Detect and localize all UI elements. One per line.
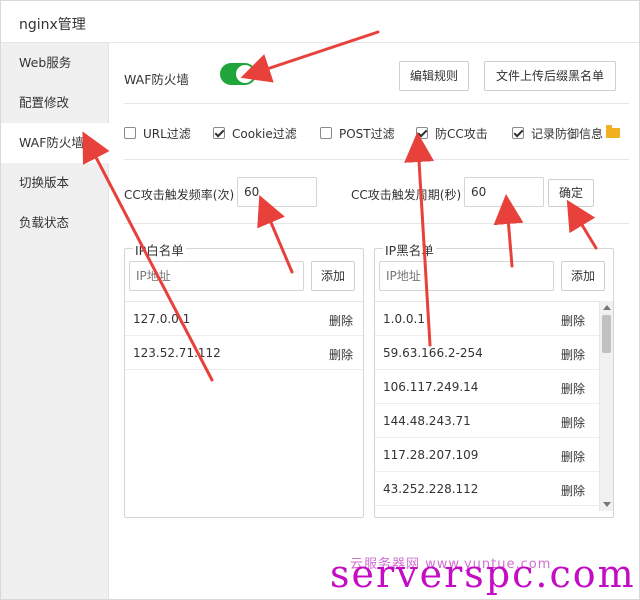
post-filter-option[interactable]: POST过滤 (320, 123, 395, 143)
ip-address: 123.52.71.112 (133, 346, 221, 360)
list-item: 1.0.0.1 删除 (375, 302, 599, 336)
cookie-filter-checkbox[interactable] (213, 127, 225, 139)
delete-link[interactable]: 删除 (561, 414, 585, 431)
scroll-up-arrow-icon[interactable] (603, 305, 611, 310)
cc-period-input[interactable] (464, 177, 544, 207)
sidebar-item-load-status[interactable]: 负载状态 (1, 203, 108, 243)
cc-frequency-label: CC攻击触发频率(次) (124, 188, 235, 202)
list-item: 117.28.207.109 删除 (375, 438, 599, 472)
whitelist-list: 127.0.0.1 删除 123.52.71.112 删除 (125, 301, 363, 370)
whitelist-title: IP白名单 (133, 240, 186, 259)
filter-options: URL过滤 Cookie过滤 POST过滤 防CC攻击 记录防御信息 (124, 123, 634, 143)
post-filter-checkbox[interactable] (320, 127, 332, 139)
cc-frequency-input[interactable] (237, 177, 317, 207)
list-item: 123.52.71.112 删除 (125, 336, 363, 370)
delete-link[interactable]: 删除 (329, 346, 353, 363)
blacklist-scrollbar[interactable] (599, 301, 613, 511)
edit-rules-button[interactable]: 编辑规则 (399, 61, 469, 91)
ip-address: 117.28.207.109 (383, 448, 479, 462)
anti-cc-checkbox[interactable] (416, 127, 428, 139)
waf-content: WAF防火墙 编辑规则 文件上传后缀黑名单 URL过滤 Cookie过滤 POS… (109, 43, 639, 599)
whitelist-add-button[interactable]: 添加 (311, 261, 355, 291)
sidebar-item-web-service[interactable]: Web服务 (1, 43, 108, 83)
list-item: 144.48.243.71 删除 (375, 404, 599, 438)
delete-link[interactable]: 删除 (561, 448, 585, 465)
anti-cc-option[interactable]: 防CC攻击 (416, 123, 488, 143)
waf-toolbar: WAF防火墙 编辑规则 文件上传后缀黑名单 (124, 61, 629, 93)
whitelist-ip-input[interactable] (129, 261, 304, 291)
folder-icon[interactable] (606, 125, 621, 138)
sidebar-item-switch-version[interactable]: 切换版本 (1, 163, 108, 203)
delete-link[interactable]: 删除 (561, 482, 585, 499)
sidebar-item-waf[interactable]: WAF防火墙 (1, 123, 109, 163)
ip-address: 59.63.166.2-254 (383, 346, 483, 360)
blacklist-ip-input[interactable] (379, 261, 554, 291)
title-bar: nginx管理 (1, 1, 639, 43)
log-defense-checkbox[interactable] (512, 127, 524, 139)
list-item: 127.0.0.1 删除 (125, 302, 363, 336)
anti-cc-label: 防CC攻击 (435, 126, 488, 141)
divider (124, 103, 629, 104)
url-filter-option[interactable]: URL过滤 (124, 123, 191, 143)
delete-link[interactable]: 删除 (561, 312, 585, 329)
blacklist-list: 1.0.0.1 删除 59.63.166.2-254 删除 106.117.24… (375, 301, 599, 511)
sidebar: Web服务 配置修改 WAF防火墙 切换版本 负载状态 (1, 43, 109, 599)
nginx-manager-window: nginx管理 Web服务 配置修改 WAF防火墙 切换版本 负载状态 WAF防… (0, 0, 640, 600)
waf-label: WAF防火墙 (124, 72, 189, 87)
confirm-button[interactable]: 确定 (548, 179, 594, 207)
delete-link[interactable]: 删除 (329, 312, 353, 329)
window-title: nginx管理 (19, 17, 86, 33)
scroll-down-arrow-icon[interactable] (603, 502, 611, 507)
cookie-filter-option[interactable]: Cookie过滤 (213, 123, 297, 143)
cc-settings: CC攻击触发频率(次) CC攻击触发周期(秒) 确定 (124, 177, 634, 209)
post-filter-label: POST过滤 (339, 126, 395, 141)
ip-whitelist-panel: IP白名单 添加 127.0.0.1 删除 123.52.71.112 删除 (124, 240, 364, 518)
delete-link[interactable]: 删除 (561, 380, 585, 397)
toggle-knob (236, 65, 254, 83)
ip-address: 106.117.249.14 (383, 380, 479, 394)
delete-link[interactable]: 删除 (561, 346, 585, 363)
ip-address: 1.0.0.1 (383, 312, 425, 326)
url-filter-checkbox[interactable] (124, 127, 136, 139)
blacklist-add-button[interactable]: 添加 (561, 261, 605, 291)
divider (124, 223, 629, 224)
cookie-filter-label: Cookie过滤 (232, 126, 297, 141)
log-defense-option[interactable]: 记录防御信息 (512, 123, 621, 143)
list-item: 106.117.249.14 删除 (375, 370, 599, 404)
waf-toggle[interactable] (220, 63, 256, 85)
log-defense-label: 记录防御信息 (531, 126, 604, 141)
watermark-text: serverspc.com (330, 552, 636, 596)
sidebar-item-config-edit[interactable]: 配置修改 (1, 83, 108, 123)
blacklist-title: IP黑名单 (383, 240, 436, 259)
ip-address: 127.0.0.1 (133, 312, 191, 326)
url-filter-label: URL过滤 (143, 126, 191, 141)
divider (124, 159, 629, 160)
upload-blacklist-button[interactable]: 文件上传后缀黑名单 (484, 61, 616, 91)
list-item: 59.63.166.2-254 删除 (375, 336, 599, 370)
ip-address: 43.252.228.112 (383, 482, 479, 496)
scroll-thumb[interactable] (602, 315, 611, 353)
list-item: 43.252.228.112 删除 (375, 472, 599, 506)
cc-period-label: CC攻击触发周期(秒) (351, 188, 462, 202)
ip-blacklist-panel: IP黑名单 添加 1.0.0.1 删除 59.63.166.2-254 删除 1… (374, 240, 614, 518)
ip-address: 144.48.243.71 (383, 414, 471, 428)
